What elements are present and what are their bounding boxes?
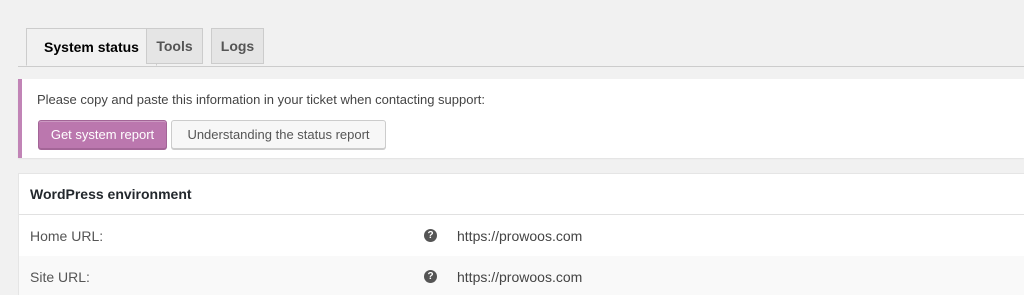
wordpress-environment-table: WordPress environment Home URL: ? https:… — [18, 173, 1024, 295]
understanding-status-report-button[interactable]: Understanding the status report — [171, 120, 386, 149]
support-notice: Please copy and paste this information i… — [18, 79, 1024, 158]
notice-text: Please copy and paste this information i… — [37, 92, 486, 107]
get-system-report-button[interactable]: Get system report — [38, 120, 167, 149]
row-label-site-url: Site URL: — [30, 268, 90, 285]
row-label-home-url: Home URL: — [30, 227, 104, 244]
system-status-page: System status Tools Logs Please copy and… — [0, 0, 1024, 295]
row-value-site-url: https://prowoos.com — [457, 268, 583, 285]
table-heading: WordPress environment — [19, 174, 1024, 215]
question-circle-icon[interactable]: ? — [424, 229, 437, 242]
table-row: Home URL: ? https://prowoos.com — [19, 215, 1024, 256]
question-circle-icon[interactable]: ? — [424, 270, 437, 283]
tab-logs[interactable]: Logs — [211, 28, 264, 64]
row-value-home-url: https://prowoos.com — [457, 227, 583, 244]
tab-bar: System status Tools Logs — [18, 28, 1024, 67]
tab-tools[interactable]: Tools — [146, 28, 203, 64]
tab-system-status[interactable]: System status — [26, 28, 157, 66]
table-row: Site URL: ? https://prowoos.com — [19, 256, 1024, 295]
